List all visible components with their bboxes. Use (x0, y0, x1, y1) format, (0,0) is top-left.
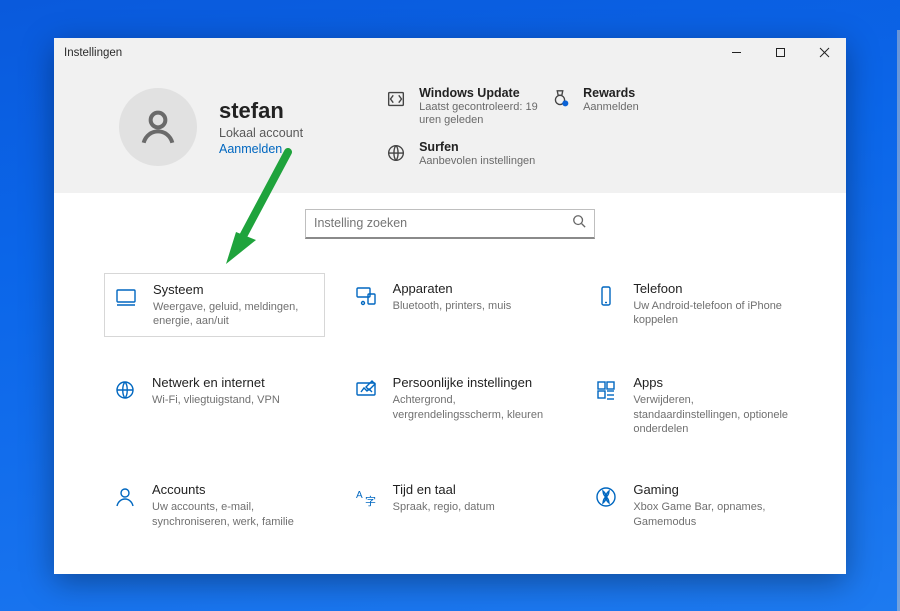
user-name: stefan (219, 98, 303, 124)
update-icon (383, 86, 409, 112)
globe-icon (383, 140, 409, 166)
titlebar: Instellingen (54, 38, 846, 68)
close-button[interactable] (802, 38, 846, 68)
apps-icon (591, 375, 621, 405)
rewards-icon (547, 86, 573, 112)
settings-window: Instellingen stefan Lokaal account Aanme… (54, 38, 846, 574)
display-icon (111, 282, 141, 312)
maximize-button[interactable] (758, 38, 802, 68)
category-desc: Uw Android-telefoon of iPhone koppelen (633, 299, 796, 328)
category-desc: Weergave, geluid, meldingen, energie, aa… (153, 300, 314, 329)
tile-sub: Aanmelden (583, 101, 639, 115)
window-title: Instellingen (64, 47, 122, 59)
person-icon (110, 482, 140, 512)
category-title: Netwerk en internet (152, 375, 280, 390)
tile-title: Surfen (419, 140, 535, 154)
category-tijd-taal[interactable]: A字 Tijd en taal Spraak, regio, datum (345, 474, 566, 537)
devices-icon (351, 281, 381, 311)
phone-icon (591, 281, 621, 311)
tile-sub: Aanbevolen instellingen (419, 155, 535, 169)
category-desc: Verwijderen, standaardinstellingen, opti… (633, 393, 796, 436)
person-icon (137, 106, 179, 148)
category-systeem[interactable]: Systeem Weergave, geluid, meldingen, ene… (104, 273, 325, 338)
minimize-button[interactable] (714, 38, 758, 68)
category-desc: Wi-Fi, vliegtuigstand, VPN (152, 393, 280, 407)
globe-icon (110, 375, 140, 405)
category-desc: Achtergrond, vergrendelingsscherm, kleur… (393, 393, 556, 422)
sign-in-link[interactable]: Aanmelden (219, 142, 303, 156)
category-title: Telefoon (633, 281, 796, 296)
svg-text:字: 字 (365, 494, 376, 508)
category-personalisatie[interactable]: Persoonlijke instellingen Achtergrond, v… (345, 367, 566, 444)
surf-tile[interactable]: Surfen Aanbevolen instellingen (383, 140, 543, 169)
category-title: Accounts (152, 482, 315, 497)
category-desc: Uw accounts, e-mail, synchroniseren, wer… (152, 500, 315, 529)
search-icon (572, 214, 586, 233)
tile-title: Windows Update (419, 86, 539, 100)
account-type: Lokaal account (219, 126, 303, 140)
category-gaming[interactable]: Gaming Xbox Game Bar, opnames, Gamemodus (585, 474, 806, 537)
category-desc: Xbox Game Bar, opnames, Gamemodus (633, 500, 796, 529)
header: stefan Lokaal account Aanmelden Windows … (54, 68, 846, 193)
category-title: Apparaten (393, 281, 512, 296)
category-apps[interactable]: Apps Verwijderen, standaardinstellingen,… (585, 367, 806, 444)
windows-update-tile[interactable]: Windows Update Laatst gecontroleerd: 19 … (383, 86, 543, 129)
category-desc: Bluetooth, printers, muis (393, 299, 512, 313)
tile-sub: Laatst gecontroleerd: 19 uren geleden (419, 101, 539, 129)
category-apparaten[interactable]: Apparaten Bluetooth, printers, muis (345, 273, 566, 338)
category-accounts[interactable]: Accounts Uw accounts, e-mail, synchronis… (104, 474, 325, 537)
search-input[interactable] (314, 216, 572, 230)
category-title: Tijd en taal (393, 482, 495, 497)
category-title: Systeem (153, 282, 314, 297)
category-telefoon[interactable]: Telefoon Uw Android-telefoon of iPhone k… (585, 273, 806, 338)
search-box[interactable] (305, 209, 595, 239)
svg-text:A: A (356, 490, 363, 501)
gaming-icon (591, 482, 621, 512)
main: Systeem Weergave, geluid, meldingen, ene… (54, 193, 846, 574)
paintbrush-icon (351, 375, 381, 405)
category-title: Gaming (633, 482, 796, 497)
category-title: Persoonlijke instellingen (393, 375, 556, 390)
language-icon: A字 (351, 482, 381, 512)
tile-title: Rewards (583, 86, 639, 100)
user-block: stefan Lokaal account Aanmelden (219, 98, 303, 156)
avatar[interactable] (119, 88, 197, 166)
category-title: Apps (633, 375, 796, 390)
category-netwerk[interactable]: Netwerk en internet Wi-Fi, vliegtuigstan… (104, 367, 325, 444)
rewards-tile[interactable]: Rewards Aanmelden (547, 86, 707, 129)
category-desc: Spraak, regio, datum (393, 500, 495, 514)
